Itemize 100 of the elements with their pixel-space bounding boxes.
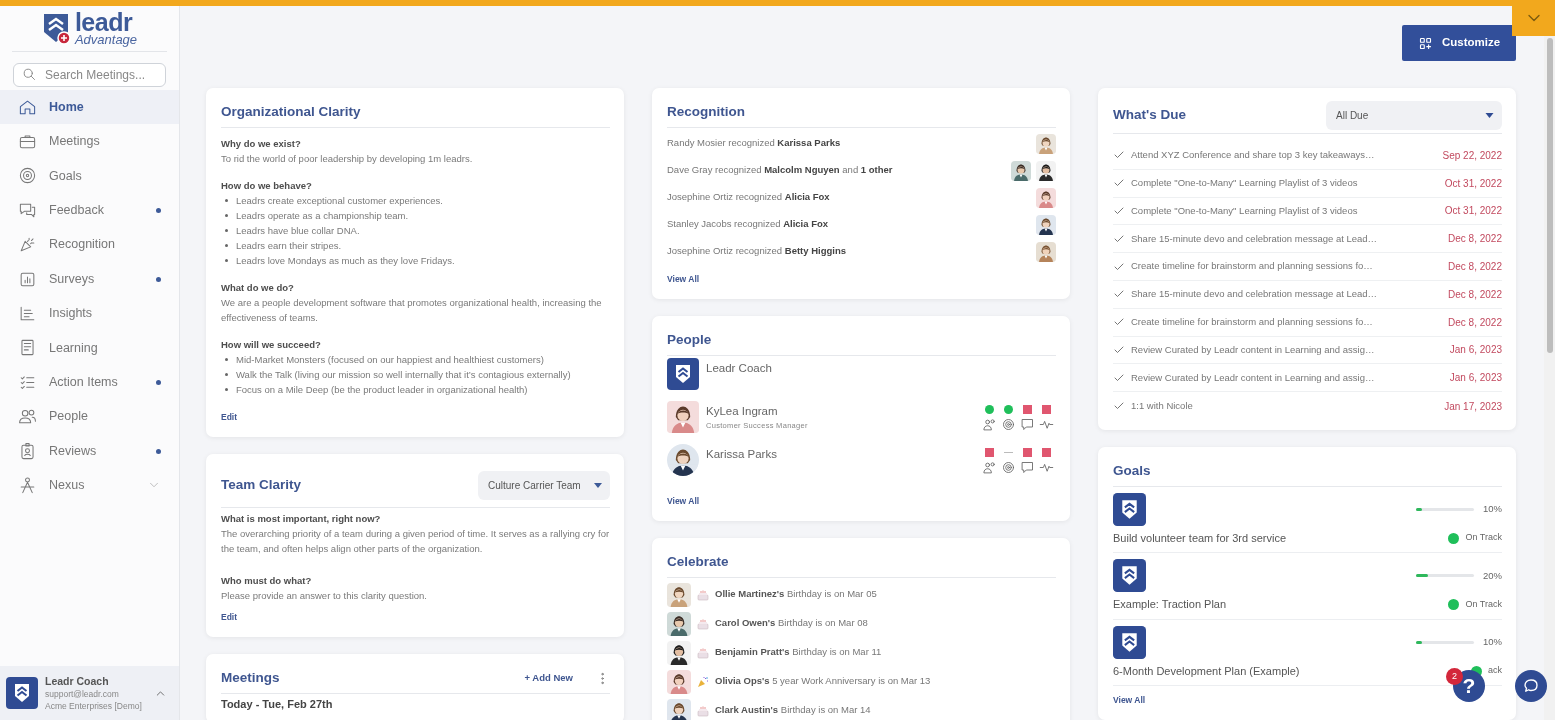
progress-percent: 10%	[1482, 502, 1502, 517]
link[interactable]: Edit	[221, 411, 238, 424]
chat-icon	[1020, 417, 1035, 432]
check-icon	[1113, 205, 1125, 217]
bullet-text: Mid-Market Monsters (focused on our happiest and healthiest customers)	[236, 353, 544, 367]
question: How will we succeed?	[221, 338, 322, 352]
sidebar-item[interactable]: Nexus	[0, 468, 179, 503]
bullet-text: Leadrs have blue collar DNA.	[236, 224, 360, 238]
link[interactable]: View All	[1113, 694, 1146, 708]
chat-bubble-icon	[1522, 677, 1540, 695]
cake-icon	[697, 704, 709, 717]
task-text: Create timeline for brainstorm and planning sessions fo…	[1131, 259, 1373, 274]
person-name: KyLea Ingram	[706, 404, 779, 419]
sidebar-item[interactable]: Reviews	[0, 433, 179, 469]
caret-icon	[594, 483, 602, 488]
sidebar-item[interactable]: Insights	[0, 296, 179, 331]
search-icon	[22, 67, 37, 82]
chat-button[interactable]	[1515, 670, 1547, 702]
target-icon	[1001, 417, 1016, 432]
bullet	[225, 259, 228, 262]
add-new-link[interactable]: + Add New	[524, 671, 573, 686]
id-badge-icon	[18, 441, 37, 461]
sidebar-item[interactable]: Meetings	[0, 124, 179, 159]
goal-title: Example: Traction Plan	[1113, 597, 1227, 613]
goal-title: 6-Month Development Plan (Example)	[1113, 663, 1300, 679]
shield-logo-icon	[1113, 625, 1146, 659]
people-icon	[982, 417, 997, 432]
progress-percent: 20%	[1482, 568, 1502, 583]
card-title: Meetings	[221, 669, 280, 688]
people-icon	[982, 460, 997, 475]
cake-icon	[697, 617, 709, 630]
home-icon	[18, 97, 37, 117]
task-text: Complete "One-to-Many" Learning Playlist of 3 videos	[1131, 176, 1358, 191]
due-date: Dec 8, 2022	[1448, 260, 1502, 275]
sidebar-item[interactable]: Home	[0, 90, 179, 125]
person-name: Karissa Parks	[706, 447, 778, 462]
card-title: People	[667, 331, 712, 350]
card-title: Organizational Clarity	[221, 103, 361, 122]
answer-text: The overarching priority of a team during a given period of time. It serves as a rallying cry for the team, and often helps align other parts of the organization.	[221, 527, 610, 556]
card-title: Goals	[1113, 462, 1151, 481]
organization-name: Acme Enterprises [Demo]	[45, 700, 143, 713]
bullet	[225, 214, 228, 217]
status-dash	[1004, 452, 1013, 453]
sidebar-item[interactable]: Surveys	[0, 261, 179, 297]
recognition-text: Josephine Ortiz recognized Alicia Fox	[667, 190, 830, 205]
user-name: Leadr Coach	[45, 673, 110, 689]
sidebar-item[interactable]: Recognition	[0, 227, 179, 262]
due-date: Jan 6, 2023	[1449, 343, 1502, 358]
due-date: Oct 31, 2022	[1444, 204, 1502, 219]
caret-icon	[1485, 113, 1494, 118]
grid-plus-icon	[1417, 35, 1433, 51]
bullet-text: Walk the Talk (living our mission so well internally that it’s contagious externally)	[236, 368, 571, 382]
shield-logo-icon	[6, 677, 38, 709]
bullet	[225, 229, 228, 232]
status-dot	[1448, 599, 1460, 611]
shield-logo-icon	[1113, 559, 1146, 593]
sidebar-item[interactable]: Feedback	[0, 193, 179, 228]
bullet-text: Focus on a Mile Deep (be the product leader in organizational health)	[236, 383, 528, 397]
bullet	[225, 244, 228, 247]
answer-text: We are a people development software that promotes organizational health, increasing the effectiveness of teams.	[221, 296, 603, 325]
celebration-text: Clark Austin's Birthday is on Mar 14	[715, 703, 871, 718]
bullet-text: Leadrs love Mondays as much as they love Fridays.	[236, 254, 455, 268]
filter-dropdown[interactable]: All Due	[1326, 101, 1502, 130]
answer-text: To rid the world of poor leadership by developing 1m leadrs.	[221, 152, 474, 166]
logo-wordmark: leadr	[74, 10, 133, 34]
question: Who must do what?	[221, 574, 313, 588]
question: How do we behave?	[221, 179, 313, 193]
sidebar-item[interactable]: Goals	[0, 158, 179, 194]
scrollbar[interactable]	[1544, 36, 1555, 720]
celebration-text: Olivia Ops's 5 year Work Anniversary is on Mar 13	[715, 674, 931, 689]
person-name: Leadr Coach	[706, 361, 773, 376]
question: What is most important, right now?	[221, 512, 382, 526]
party-popper-icon	[697, 675, 709, 688]
goal-status: ack	[1488, 664, 1502, 678]
sidebar-item[interactable]: Action Items	[0, 365, 179, 400]
bullet	[225, 199, 228, 202]
task-text: Attend XYZ Conference and share top 3 key takeaways…	[1131, 148, 1375, 163]
card-title: What's Due	[1113, 106, 1186, 125]
due-date: Jan 6, 2023	[1449, 371, 1502, 386]
bullet-text: Leadrs operate as a championship team.	[236, 209, 409, 223]
card-title: Recognition	[667, 103, 745, 122]
sidebar-item[interactable]: People	[0, 399, 179, 434]
customize-button[interactable]: Customize	[1402, 25, 1516, 61]
due-date: Oct 31, 2022	[1444, 176, 1502, 191]
chat-icon	[1020, 460, 1035, 475]
team-dropdown[interactable]: Culture Carrier Team	[478, 471, 610, 500]
recognition-text: Stanley Jacobs recognized Alicia Fox	[667, 217, 829, 232]
search-field[interactable]: Search Meetings...	[13, 63, 166, 87]
link[interactable]: Edit	[221, 611, 238, 624]
link[interactable]: View All	[667, 495, 700, 508]
target-icon	[1001, 460, 1016, 475]
compass-person-icon	[18, 476, 37, 495]
cake-icon	[697, 588, 709, 601]
task-text: 1:1 with Nicole	[1131, 398, 1193, 413]
task-text: Create timeline for brainstorm and planning sessions fo…	[1131, 315, 1373, 330]
link[interactable]: View All	[667, 273, 700, 286]
goal-status: On Track	[1465, 531, 1502, 545]
goal-title: Build volunteer team for 3rd service	[1113, 530, 1287, 546]
sidebar-item[interactable]: Learning	[0, 330, 179, 366]
recognition-text: Josephine Ortiz recognized Betty Higgins	[667, 244, 846, 259]
